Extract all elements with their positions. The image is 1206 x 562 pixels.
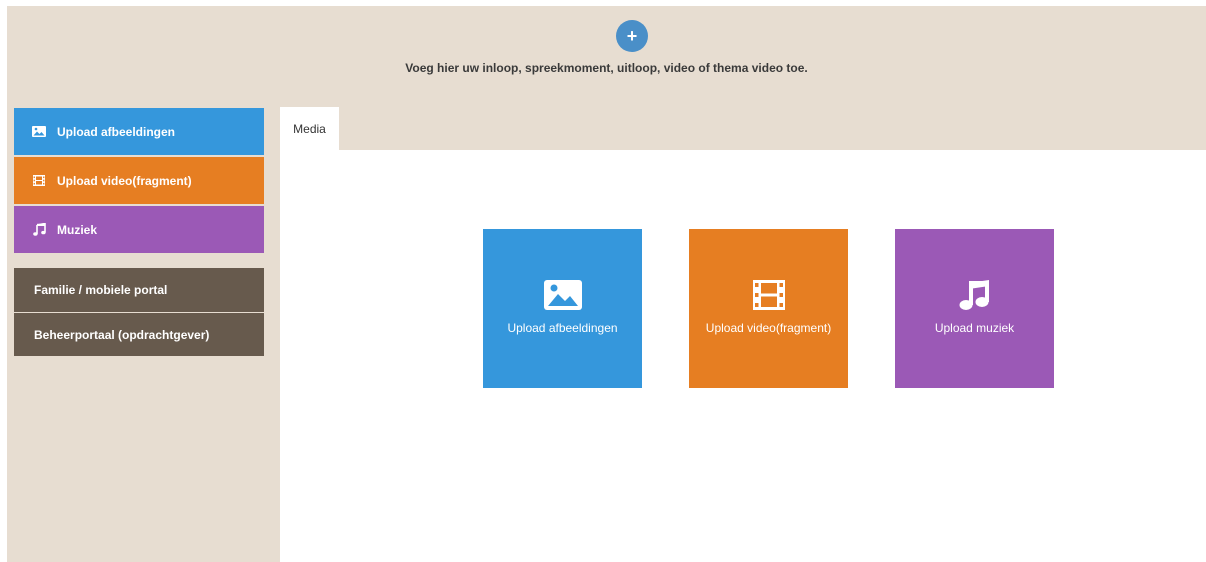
sidebar-item-upload-video[interactable]: Upload video(fragment) [14, 157, 264, 204]
portal-label: Familie / mobiele portal [34, 283, 168, 297]
media-content: Upload afbeeldingen Upload video(fragmen… [280, 150, 1206, 562]
sidebar-item-muziek[interactable]: Muziek [14, 206, 264, 253]
tile-label: Upload muziek [934, 321, 1015, 335]
music-icon [959, 279, 991, 311]
tile-label: Upload afbeeldingen [507, 321, 618, 335]
image-icon [31, 125, 47, 139]
upload-images-tile[interactable]: Upload afbeeldingen [483, 229, 642, 388]
sidebar-item-upload-images[interactable]: Upload afbeeldingen [14, 108, 264, 155]
portal-family-mobile[interactable]: Familie / mobiele portal [14, 268, 264, 312]
add-section: + Voeg hier uw inloop, spreekmoment, uit… [7, 6, 1206, 106]
tile-label: Upload video(fragment) [705, 321, 832, 335]
sidebar-item-label: Muziek [57, 222, 98, 237]
sidebar-item-label: Upload afbeeldingen [57, 124, 176, 139]
portal-management[interactable]: Beheerportaal (opdrachtgever) [14, 312, 264, 356]
upload-music-tile[interactable]: Upload muziek [895, 229, 1054, 388]
sidebar-item-label: Upload video(fragment) [57, 173, 192, 188]
upload-video-tile[interactable]: Upload video(fragment) [689, 229, 848, 388]
portal-links: Familie / mobiele portal Beheerportaal (… [14, 268, 264, 356]
main-panel: Media Upload afbeeldingen Upload video(f… [280, 107, 1206, 562]
tab-media[interactable]: Media [280, 107, 339, 150]
image-icon [543, 279, 582, 311]
add-instruction: Voeg hier uw inloop, spreekmoment, uitlo… [405, 61, 808, 75]
film-icon [752, 279, 785, 311]
sidebar: Upload afbeeldingen Upload video(fragmen… [14, 108, 264, 356]
music-icon [31, 223, 47, 237]
portal-label: Beheerportaal (opdrachtgever) [34, 327, 210, 342]
app-frame: + Voeg hier uw inloop, spreekmoment, uit… [7, 6, 1206, 562]
film-icon [31, 174, 47, 188]
add-button[interactable]: + [616, 20, 648, 52]
tab-bar: Media [280, 107, 1206, 150]
plus-icon: + [626, 25, 638, 46]
